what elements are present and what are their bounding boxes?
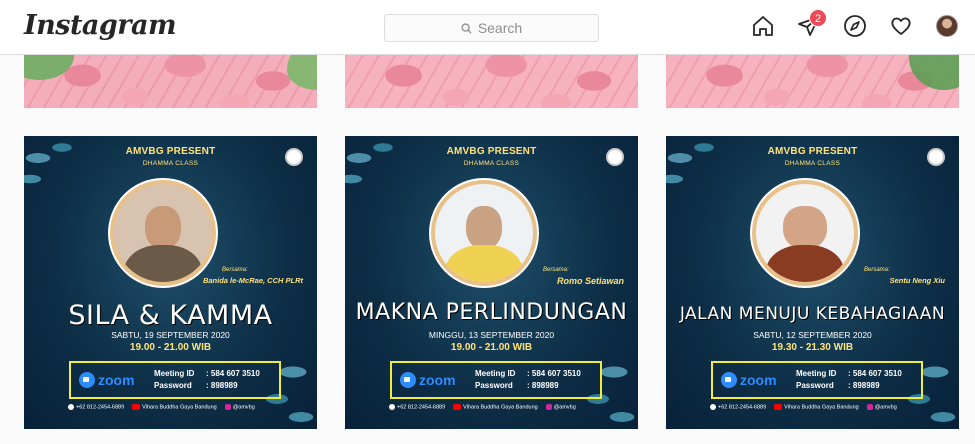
poster-footer: +62 812-2454-6889 Vihara Buddha Gaya Ban… xyxy=(389,404,629,410)
phone-contact: +62 812-2454-6889 xyxy=(68,404,124,410)
poster-time: 19.00 - 21.00 WIB xyxy=(450,342,533,353)
search-input[interactable]: Search xyxy=(384,14,599,42)
search-placeholder: Search xyxy=(477,20,523,36)
password-label: Password xyxy=(154,381,192,390)
youtube-icon xyxy=(774,404,783,410)
home-icon[interactable] xyxy=(751,14,775,38)
speaker-name: Sentu Neng Xiu xyxy=(889,276,945,285)
whatsapp-icon xyxy=(389,404,395,410)
poster-footer: +62 812-2454-6889 Vihara Buddha Gaya Ban… xyxy=(710,404,950,410)
zoom-label: zoom xyxy=(98,372,135,388)
whatsapp-icon xyxy=(68,404,74,410)
poster-footer: +62 812-2454-6889 Vihara Buddha Gaya Ban… xyxy=(68,404,308,410)
poster-time: 19.30 - 21.30 WIB xyxy=(771,342,854,353)
meeting-id-label: Meeting ID xyxy=(475,369,516,378)
youtube-icon xyxy=(453,404,462,410)
zoom-label: zoom xyxy=(740,372,777,388)
zoom-info-box: zoom Meeting ID : 584 607 3510 Password : … xyxy=(390,361,602,399)
explore-icon[interactable] xyxy=(843,14,867,38)
meeting-details: Meeting ID : 584 607 3510 Password : 89898… xyxy=(154,368,260,392)
zoom-logo: zoom xyxy=(721,372,796,388)
meeting-id: : 584 607 3510 xyxy=(848,369,902,378)
password-label: Password xyxy=(475,381,513,390)
speaker-body xyxy=(444,244,524,282)
poster-date: MINGGU, 13 SEPTEMBER 2020 xyxy=(428,330,555,340)
speaker-body xyxy=(123,244,203,282)
meeting-details: Meeting ID : 584 607 3510 Password : 89898… xyxy=(796,368,902,392)
speaker-photo xyxy=(110,180,216,286)
password: : 898989 xyxy=(206,381,238,390)
meeting-id-label: Meeting ID xyxy=(796,369,837,378)
nav-icons: 2 xyxy=(751,9,959,38)
password: : 898989 xyxy=(848,381,880,390)
with-label: Bersama: xyxy=(222,267,248,273)
poster-date: SABTU, 12 SEPTEMBER 2020 xyxy=(753,330,872,340)
post-thumbnail-3[interactable]: AMVBG PRESENT DHAMMA CLASS Bersama: Sent… xyxy=(666,136,959,429)
meeting-id: : 584 607 3510 xyxy=(206,369,260,378)
instagram-contact: @amvbg xyxy=(224,404,255,410)
with-label: Bersama: xyxy=(864,267,890,273)
whatsapp-icon xyxy=(710,404,716,410)
search-icon xyxy=(461,22,472,34)
speaker-body xyxy=(765,244,845,282)
instagram-contact: @amvbg xyxy=(545,404,576,410)
poster-headline: JALAN MENUJU KEBAHAGIAAN xyxy=(679,304,946,324)
youtube-contact: Vihara Buddha Gaya Bandung xyxy=(132,404,217,410)
activity-heart-icon[interactable] xyxy=(889,14,913,38)
youtube-contact: Vihara Buddha Gaya Bandung xyxy=(774,404,859,410)
poster-present: AMVBG PRESENT xyxy=(446,146,537,157)
post-thumbnail-1[interactable]: AMVBG PRESENT DHAMMA CLASS Bersama: Bani… xyxy=(24,136,317,429)
speaker-photo xyxy=(431,180,537,286)
speaker-face xyxy=(783,205,827,249)
speaker-face xyxy=(466,205,502,249)
meeting-details: Meeting ID : 584 607 3510 Password : 89898… xyxy=(475,368,581,392)
poster-class: DHAMMA CLASS xyxy=(463,160,520,167)
zoom-logo: zoom xyxy=(79,372,154,388)
speaker-name: Banida le-McRae, CCH PLRt xyxy=(202,276,303,285)
poster-time: 19.00 - 21.00 WIB xyxy=(129,342,212,353)
meeting-id-label: Meeting ID xyxy=(154,369,195,378)
instagram-logo[interactable]: Instagram xyxy=(24,10,177,41)
zoom-camera-icon xyxy=(721,372,737,388)
meeting-id: : 584 607 3510 xyxy=(527,369,581,378)
zoom-info-box: zoom Meeting ID : 584 607 3510 Password : … xyxy=(69,361,281,399)
zoom-label: zoom xyxy=(419,372,456,388)
profile-avatar[interactable] xyxy=(935,14,959,38)
youtube-icon xyxy=(132,404,141,410)
poster-headline: MAKNA PERLINDUNGAN xyxy=(355,300,628,325)
notification-badge: 2 xyxy=(809,9,827,27)
direct-message-icon[interactable]: 2 xyxy=(797,9,827,38)
zoom-logo: zoom xyxy=(400,372,475,388)
youtube-contact: Vihara Buddha Gaya Bandung xyxy=(453,404,538,410)
poster-class: DHAMMA CLASS xyxy=(142,160,199,167)
instagram-contact: @amvbg xyxy=(866,404,897,410)
avatar xyxy=(936,15,958,37)
poster-headline: SILA & KAMMA xyxy=(68,300,273,331)
zoom-camera-icon xyxy=(400,372,416,388)
instagram-icon xyxy=(866,404,873,410)
instagram-icon xyxy=(224,404,231,410)
zoom-camera-icon xyxy=(79,372,95,388)
top-nav-bar: Instagram Search 2 xyxy=(0,0,975,55)
instagram-icon xyxy=(545,404,552,410)
speaker-photo xyxy=(752,180,858,286)
password-label: Password xyxy=(796,381,834,390)
poster-present: AMVBG PRESENT xyxy=(125,146,216,157)
speaker-face xyxy=(145,205,181,249)
speaker-name: Romo Setiawan xyxy=(556,276,624,286)
poster-class: DHAMMA CLASS xyxy=(784,160,841,167)
zoom-info-box: zoom Meeting ID : 584 607 3510 Password : … xyxy=(711,361,923,399)
password: : 898989 xyxy=(527,381,559,390)
phone-contact: +62 812-2454-6889 xyxy=(710,404,766,410)
post-thumbnail-2[interactable]: AMVBG PRESENT DHAMMA CLASS Bersama: Romo… xyxy=(345,136,638,429)
phone-contact: +62 812-2454-6889 xyxy=(389,404,445,410)
poster-present: AMVBG PRESENT xyxy=(767,146,858,157)
with-label: Bersama: xyxy=(543,267,569,273)
poster-date: SABTU, 19 SEPTEMBER 2020 xyxy=(111,330,230,340)
